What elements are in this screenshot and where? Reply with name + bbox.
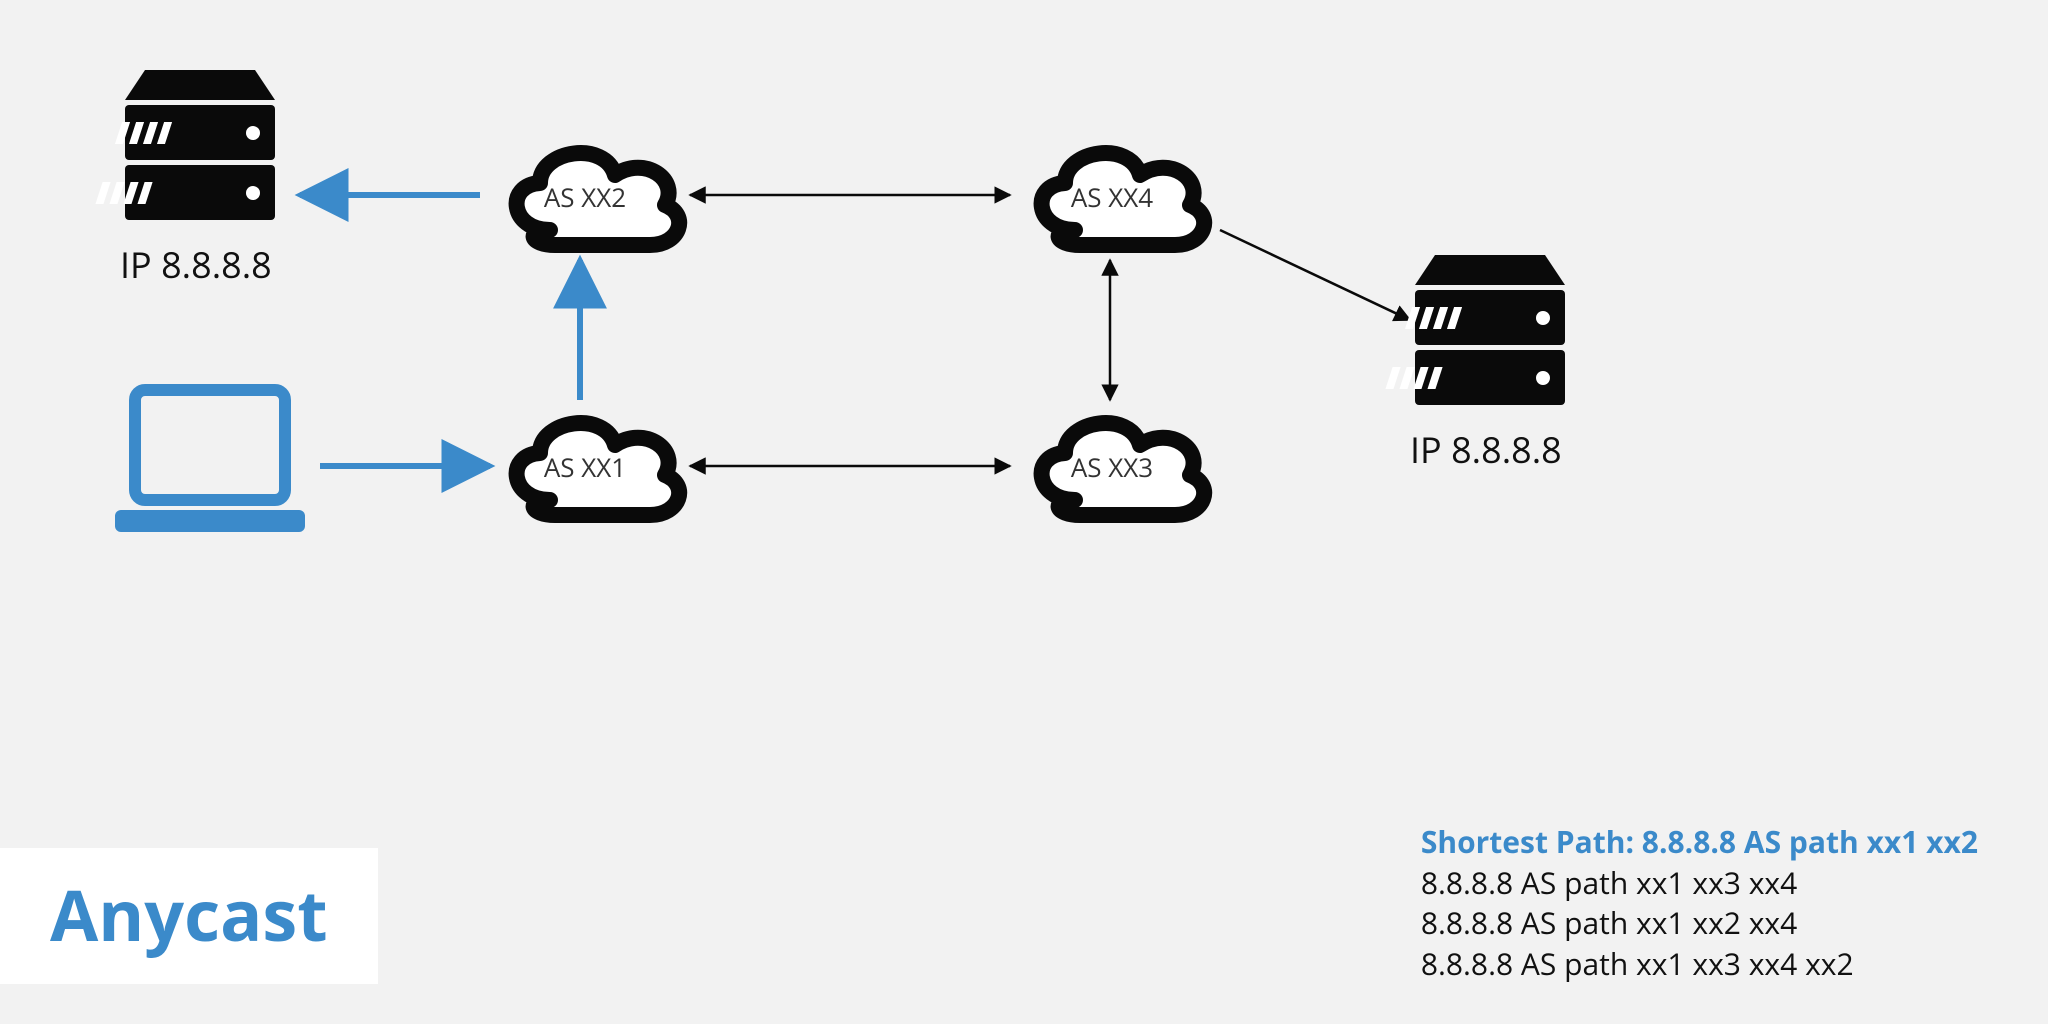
server2-ip-label: IP 8.8.8.8: [1410, 425, 1562, 474]
path-alt: 8.8.8.8 AS path xx1 xx3 xx4: [1421, 863, 1978, 904]
cloud-xx2: AS XX2: [517, 153, 680, 245]
server-icon-left: [95, 70, 275, 220]
cloud-xx3: AS XX3: [1042, 423, 1205, 515]
cloud-xx3-label: AS XX3: [1071, 449, 1153, 485]
cloud-xx4-label: AS XX4: [1071, 179, 1153, 215]
cloud-xx4: AS XX4: [1042, 153, 1205, 245]
path-alt: 8.8.8.8 AS path xx1 xx3 xx4 xx2: [1421, 944, 1978, 985]
cloud-xx2-label: AS XX2: [544, 179, 626, 215]
diagram-title: Anycast: [50, 866, 328, 962]
server1-ip-label: IP 8.8.8.8: [120, 240, 272, 289]
shortest-path: Shortest Path: 8.8.8.8 AS path xx1 xx2: [1421, 822, 1978, 863]
server-icon-right: [1385, 255, 1565, 405]
cloud-xx1: AS XX1: [517, 423, 680, 515]
cloud-xx1-label: AS XX1: [544, 449, 626, 485]
path-alt: 8.8.8.8 AS path xx1 xx2 xx4: [1421, 903, 1978, 944]
diagram-stage: AS XX2 AS XX4 AS XX1 AS XX3 IP 8.8.8.8 I…: [0, 0, 2048, 1024]
title-box: Anycast: [0, 848, 378, 984]
path-list: Shortest Path: 8.8.8.8 AS path xx1 xx2 8…: [1421, 822, 1978, 984]
laptop-icon: [115, 390, 305, 532]
